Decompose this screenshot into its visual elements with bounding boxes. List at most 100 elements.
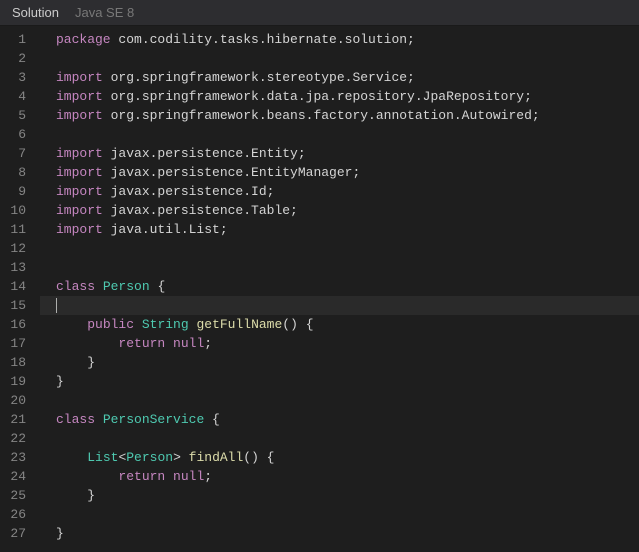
- code-line[interactable]: import javax.persistence.Table;: [40, 201, 639, 220]
- code-line[interactable]: [40, 505, 639, 524]
- code-line[interactable]: import org.springframework.data.jpa.repo…: [40, 87, 639, 106]
- line-number: 12: [0, 239, 40, 258]
- code-line[interactable]: import javax.persistence.EntityManager;: [40, 163, 639, 182]
- code-line[interactable]: package com.codility.tasks.hibernate.sol…: [40, 30, 639, 49]
- token-punct: javax.persistence.Id;: [103, 184, 275, 199]
- token-punct: {: [204, 412, 220, 427]
- line-number: 26: [0, 505, 40, 524]
- token-kw: import: [56, 89, 103, 104]
- code-line[interactable]: [40, 296, 639, 315]
- code-line[interactable]: [40, 391, 639, 410]
- token-kw: return: [118, 336, 165, 351]
- line-number: 25: [0, 486, 40, 505]
- token-punct: org.springframework.stereotype.Service;: [103, 70, 415, 85]
- token-punct: }: [56, 526, 64, 541]
- line-gutter: 1234567891011121314151617181920212223242…: [0, 26, 40, 552]
- line-number: 24: [0, 467, 40, 486]
- code-line[interactable]: public String getFullName() {: [40, 315, 639, 334]
- token-punct: org.springframework.data.jpa.repository.…: [103, 89, 532, 104]
- code-line[interactable]: }: [40, 372, 639, 391]
- line-number: 19: [0, 372, 40, 391]
- line-number: 1: [0, 30, 40, 49]
- line-number: 10: [0, 201, 40, 220]
- token-type: Person: [126, 450, 173, 465]
- line-number: 7: [0, 144, 40, 163]
- token-type: List: [87, 450, 118, 465]
- token-punct: [56, 450, 87, 465]
- token-punct: [165, 469, 173, 484]
- token-punct: javax.persistence.EntityManager;: [103, 165, 360, 180]
- token-punct: [56, 469, 118, 484]
- code-line[interactable]: return null;: [40, 467, 639, 486]
- line-number: 9: [0, 182, 40, 201]
- code-line[interactable]: }: [40, 486, 639, 505]
- token-kw: import: [56, 70, 103, 85]
- code-line[interactable]: [40, 49, 639, 68]
- code-line[interactable]: [40, 239, 639, 258]
- token-kw: package: [56, 32, 111, 47]
- token-type: String: [142, 317, 189, 332]
- code-editor[interactable]: 1234567891011121314151617181920212223242…: [0, 26, 639, 552]
- token-kw: import: [56, 165, 103, 180]
- line-number: 15: [0, 296, 40, 315]
- token-punct: {: [150, 279, 166, 294]
- code-line[interactable]: }: [40, 524, 639, 543]
- token-punct: ;: [204, 336, 212, 351]
- token-punct: org.springframework.beans.factory.annota…: [103, 108, 540, 123]
- line-number: 22: [0, 429, 40, 448]
- token-punct: >: [173, 450, 189, 465]
- line-number: 21: [0, 410, 40, 429]
- token-punct: [56, 336, 118, 351]
- token-punct: [165, 336, 173, 351]
- token-kw: null: [173, 469, 204, 484]
- line-number: 8: [0, 163, 40, 182]
- tab-solution[interactable]: Solution: [12, 5, 59, 20]
- token-kw: import: [56, 146, 103, 161]
- token-kw: import: [56, 184, 103, 199]
- code-line[interactable]: import org.springframework.stereotype.Se…: [40, 68, 639, 87]
- token-punct: () {: [282, 317, 313, 332]
- token-type: Person: [103, 279, 150, 294]
- line-number: 23: [0, 448, 40, 467]
- token-kw: public: [87, 317, 134, 332]
- code-line[interactable]: [40, 125, 639, 144]
- code-line[interactable]: class Person {: [40, 277, 639, 296]
- code-line[interactable]: }: [40, 353, 639, 372]
- token-kw: return: [118, 469, 165, 484]
- token-punct: java.util.List;: [103, 222, 228, 237]
- line-number: 18: [0, 353, 40, 372]
- token-kw: import: [56, 222, 103, 237]
- token-punct: }: [56, 488, 95, 503]
- line-number: 14: [0, 277, 40, 296]
- code-line[interactable]: class PersonService {: [40, 410, 639, 429]
- token-punct: javax.persistence.Entity;: [103, 146, 306, 161]
- token-kw: null: [173, 336, 204, 351]
- line-number: 16: [0, 315, 40, 334]
- token-punct: }: [56, 355, 95, 370]
- code-line[interactable]: List<Person> findAll() {: [40, 448, 639, 467]
- code-line[interactable]: import javax.persistence.Id;: [40, 182, 639, 201]
- code-line[interactable]: return null;: [40, 334, 639, 353]
- token-kw: import: [56, 108, 103, 123]
- line-number: 2: [0, 49, 40, 68]
- token-punct: com.codility.tasks.hibernate.solution;: [111, 32, 415, 47]
- code-line[interactable]: import org.springframework.beans.factory…: [40, 106, 639, 125]
- code-line[interactable]: [40, 258, 639, 277]
- line-number: 4: [0, 87, 40, 106]
- line-number: 5: [0, 106, 40, 125]
- line-number: 6: [0, 125, 40, 144]
- token-kw: class: [56, 412, 95, 427]
- cursor: [56, 298, 57, 313]
- line-number: 13: [0, 258, 40, 277]
- token-kw: class: [56, 279, 95, 294]
- line-number: 17: [0, 334, 40, 353]
- code-line[interactable]: import javax.persistence.Entity;: [40, 144, 639, 163]
- code-line[interactable]: import java.util.List;: [40, 220, 639, 239]
- token-method: findAll: [189, 450, 244, 465]
- token-method: getFullName: [196, 317, 282, 332]
- code-line[interactable]: [40, 429, 639, 448]
- tab-language[interactable]: Java SE 8: [75, 5, 134, 20]
- token-punct: }: [56, 374, 64, 389]
- code-area[interactable]: package com.codility.tasks.hibernate.sol…: [40, 26, 639, 552]
- line-number: 27: [0, 524, 40, 543]
